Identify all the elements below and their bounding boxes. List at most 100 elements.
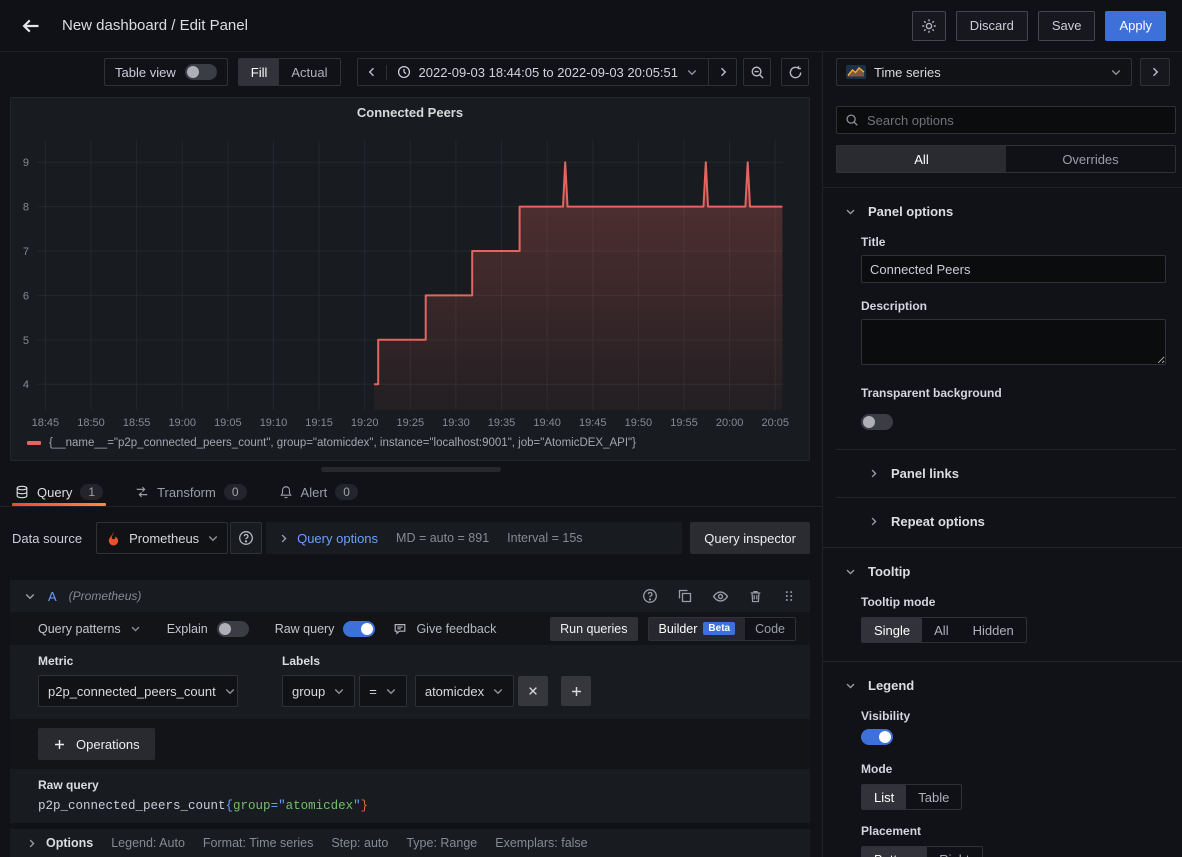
tooltip-header[interactable]: Tooltip [823, 548, 1182, 583]
tab-overrides[interactable]: Overrides [1006, 146, 1175, 172]
options-expander[interactable]: Options [26, 836, 93, 850]
raw-query-code: p2p_connected_peers_count{group="atomicd… [38, 799, 796, 813]
drag-grip-icon[interactable] [782, 589, 796, 603]
svg-text:9: 9 [23, 157, 29, 169]
visibility-label: Visibility [861, 709, 1166, 723]
tooltip-mode-single[interactable]: Single [862, 618, 922, 642]
datasource-label: Data source [12, 531, 82, 546]
table-view-toggle[interactable] [185, 64, 217, 80]
metric-label: Metric [38, 654, 238, 668]
chevron-down-icon [385, 685, 397, 697]
toggle-viz-pane-button[interactable] [1140, 58, 1170, 86]
legend-mode-list[interactable]: List [862, 785, 906, 809]
comment-icon [393, 622, 407, 636]
label-operator-select[interactable]: = [359, 675, 407, 707]
legend-placement-right[interactable]: Right [927, 847, 981, 857]
actual-segment[interactable]: Actual [279, 59, 339, 85]
query-row-actions [642, 588, 796, 605]
chevron-right-icon [278, 533, 289, 544]
query-inspector-button[interactable]: Query inspector [690, 522, 810, 554]
legend-header[interactable]: Legend [823, 662, 1182, 697]
add-label-button[interactable] [561, 676, 591, 706]
tooltip-mode-hidden[interactable]: Hidden [961, 618, 1026, 642]
svg-text:19:20: 19:20 [351, 417, 379, 429]
panel-title-input[interactable] [861, 255, 1166, 283]
chart-svg[interactable]: 18:4518:5018:5519:0019:0519:1019:1519:20… [11, 126, 808, 432]
legend-mode-table[interactable]: Table [906, 785, 961, 809]
datasource-help-button[interactable] [230, 522, 262, 554]
legend-placement-label: Placement [861, 824, 1166, 838]
tab-all[interactable]: All [837, 146, 1006, 172]
legend-series-label[interactable]: {__name__="p2p_connected_peers_count", g… [49, 437, 636, 449]
save-button[interactable]: Save [1038, 11, 1096, 41]
raw-query-section: Raw query p2p_connected_peers_count{grou… [10, 769, 810, 823]
svg-text:20:05: 20:05 [761, 417, 789, 429]
builder-code-switch: Builder Beta Code [648, 617, 797, 641]
panel-links-expander[interactable]: Panel links [836, 449, 1176, 481]
tab-query[interactable]: Query 1 [12, 478, 106, 506]
trash-icon[interactable] [748, 589, 763, 604]
explain-toggle[interactable] [217, 621, 249, 637]
add-operations-button[interactable]: Operations [38, 728, 155, 760]
query-patterns-dropdown[interactable]: Query patterns [38, 622, 141, 636]
refresh-button[interactable] [781, 58, 809, 86]
back-button[interactable] [16, 11, 46, 41]
transparent-background-toggle[interactable] [861, 414, 893, 430]
datasource-select[interactable]: Prometheus [96, 522, 228, 554]
eye-icon[interactable] [712, 588, 729, 605]
metric-select[interactable]: p2p_connected_peers_count [38, 675, 238, 707]
legend-visibility-toggle[interactable] [861, 729, 893, 745]
discard-button[interactable]: Discard [956, 11, 1028, 41]
chart-legend: {__name__="p2p_connected_peers_count", g… [11, 434, 809, 460]
options-search[interactable] [836, 106, 1176, 134]
time-series-viz-icon [846, 65, 866, 79]
panel-options-header[interactable]: Panel options [823, 188, 1182, 223]
fill-actual-group: Fill Actual [238, 58, 341, 86]
time-forward-button[interactable] [708, 59, 736, 85]
raw-query-toggle[interactable] [343, 621, 375, 637]
transform-icon [135, 485, 149, 499]
search-input[interactable] [867, 113, 1167, 128]
chevron-down-icon [845, 206, 856, 217]
panel-description-textarea[interactable] [861, 319, 1166, 365]
query-row-header[interactable]: A (Prometheus) [10, 580, 810, 612]
legend-placement-bottom[interactable]: Bottom [862, 847, 927, 857]
metric-value: p2p_connected_peers_count [48, 684, 216, 699]
repeat-options-expander[interactable]: Repeat options [836, 497, 1176, 529]
tab-alert[interactable]: Alert 0 [276, 478, 361, 506]
labels-label: Labels [282, 654, 591, 668]
tooltip-mode-all[interactable]: All [922, 618, 960, 642]
svg-text:19:05: 19:05 [214, 417, 242, 429]
tab-transform[interactable]: Transform 0 [132, 478, 249, 506]
label-value-select[interactable]: atomicdex [415, 675, 514, 707]
fill-segment[interactable]: Fill [239, 59, 280, 85]
builder-segment[interactable]: Builder Beta [649, 618, 746, 640]
zoom-out-button[interactable] [743, 58, 771, 86]
legend-swatch [27, 441, 41, 445]
label-key-select[interactable]: group [282, 675, 355, 707]
remove-label-button[interactable] [518, 676, 548, 706]
chevron-down-icon[interactable] [24, 590, 36, 602]
code-segment[interactable]: Code [745, 618, 795, 640]
time-picker: 2022-09-03 18:44:05 to 2022-09-03 20:05:… [357, 58, 738, 86]
visualization-select[interactable]: Time series [836, 58, 1132, 86]
svg-text:19:40: 19:40 [533, 417, 561, 429]
time-back-button[interactable] [358, 59, 386, 85]
give-feedback-link[interactable]: Give feedback [393, 622, 496, 636]
time-series-chart[interactable]: 18:4518:5018:5519:0019:0519:1019:1519:20… [11, 126, 809, 434]
run-queries-button[interactable]: Run queries [550, 617, 637, 641]
table-view-toggle-group[interactable]: Table view [104, 58, 228, 86]
legend-mode-group: List Table [861, 784, 962, 810]
help-circle-icon[interactable] [642, 588, 658, 604]
time-range-button[interactable]: 2022-09-03 18:44:05 to 2022-09-03 20:05:… [386, 65, 709, 80]
apply-button[interactable]: Apply [1105, 11, 1166, 41]
page-title: New dashboard / Edit Panel [62, 17, 248, 34]
panel-settings-button[interactable] [912, 11, 946, 41]
query-options-footer: Options Legend: Auto Format: Time series… [10, 829, 810, 857]
duplicate-icon[interactable] [677, 588, 693, 604]
query-options-bar[interactable]: Query options MD = auto = 891 Interval =… [266, 522, 682, 554]
clock-icon [397, 65, 411, 79]
query-options-expander[interactable]: Query options [278, 531, 378, 546]
svg-text:5: 5 [23, 335, 29, 347]
pane-resize-handle[interactable] [321, 467, 501, 472]
